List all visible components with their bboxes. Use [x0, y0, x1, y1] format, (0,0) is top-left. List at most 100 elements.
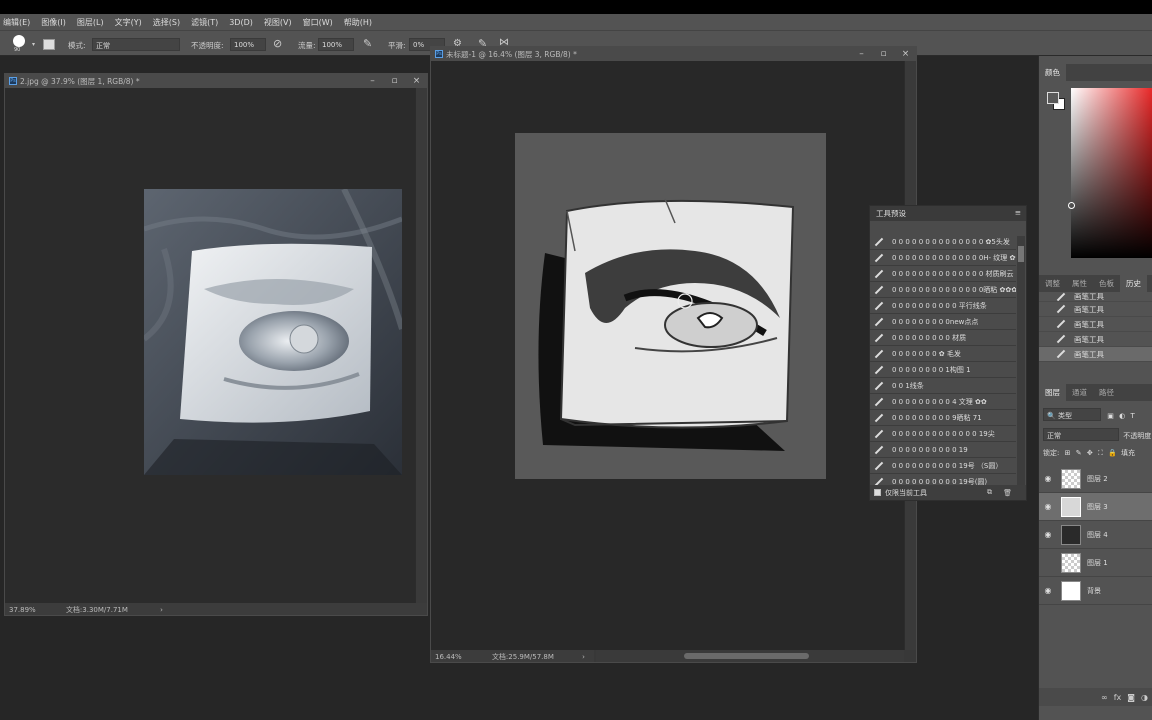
- horizontal-scrollbar[interactable]: [596, 650, 904, 662]
- maximize-icon[interactable]: ▫: [877, 47, 890, 61]
- preset-item[interactable]: 0 0 0 0 0 0 0 0 0 0 19号 （S圆）: [870, 458, 1016, 474]
- lock-pixels-icon[interactable]: ✎: [1076, 449, 1082, 457]
- chevron-right-icon[interactable]: ›: [160, 606, 163, 614]
- preset-footer: 仅限当前工具 ⧉ 🗑: [870, 485, 1026, 500]
- preset-item[interactable]: 0 0 0 0 0 0 0 0 0 0 平行线条: [870, 298, 1016, 314]
- history-item-current[interactable]: 画笔工具: [1039, 347, 1152, 362]
- preset-item[interactable]: 0 0 0 0 0 0 0 0 0 0 0 0 0 19尖: [870, 426, 1016, 442]
- preset-item[interactable]: 0 0 0 0 0 0 0 0 0 0 19: [870, 442, 1016, 458]
- tab-properties[interactable]: 属性: [1066, 278, 1093, 289]
- tab-history[interactable]: 历史: [1120, 275, 1147, 292]
- menu-edit[interactable]: 编辑(E): [3, 17, 30, 28]
- new-preset-icon[interactable]: ⧉: [987, 488, 992, 497]
- minimize-icon[interactable]: –: [366, 74, 379, 88]
- history-item[interactable]: 画笔工具: [1039, 332, 1152, 347]
- preset-item[interactable]: 0 0 0 0 0 0 0 0 0 0 0 0 0 0 材质刷云: [870, 266, 1016, 282]
- history-item[interactable]: 画笔工具: [1039, 302, 1152, 317]
- link-layers-icon[interactable]: ∞: [1101, 693, 1108, 702]
- scrollbar-thumb[interactable]: [684, 653, 809, 659]
- chevron-down-icon[interactable]: ▾: [32, 41, 35, 48]
- tool-presets-header[interactable]: 工具预设 ≡: [870, 206, 1026, 221]
- eye-icon[interactable]: ◉: [1039, 474, 1057, 483]
- panel-menu-icon[interactable]: ≡: [1015, 208, 1021, 217]
- preset-item[interactable]: 0 0 0 0 0 0 0 0 0new点点: [870, 314, 1016, 330]
- brush-panel-toggle-icon[interactable]: [43, 39, 55, 50]
- tab-swatches[interactable]: 色板: [1093, 278, 1120, 289]
- preset-item[interactable]: 0 0 0 0 0 0 0 0 0 0 0 0 0 0 ✿5头发: [870, 234, 1016, 250]
- document-tab-reference[interactable]: Ps 2.jpg @ 37.9% (图层 1, RGB/8) * – ▫ ×: [5, 74, 427, 88]
- maximize-icon[interactable]: ▫: [388, 74, 401, 88]
- minimize-icon[interactable]: –: [855, 47, 868, 61]
- preset-item[interactable]: 0 0 1线条: [870, 378, 1016, 394]
- fx-icon[interactable]: fx: [1114, 693, 1122, 702]
- preset-item[interactable]: 0 0 0 0 0 0 0 0 0 4 文理 ✿✿: [870, 394, 1016, 410]
- filter-type-icon[interactable]: T: [1130, 412, 1134, 420]
- airbrush-icon[interactable]: ✎: [363, 37, 372, 50]
- history-item[interactable]: 画笔工具: [1039, 317, 1152, 332]
- adjustment-layer-icon[interactable]: ◑: [1141, 693, 1148, 702]
- layer-thumbnail: [1061, 552, 1081, 573]
- current-tool-only-checkbox[interactable]: [874, 489, 881, 496]
- preset-item[interactable]: 0 0 0 0 0 0 0 0 1构图 1: [870, 362, 1016, 378]
- history-item[interactable]: 画笔工具: [1039, 292, 1152, 302]
- menu-type[interactable]: 文字(Y): [115, 17, 142, 28]
- eye-icon[interactable]: ◉: [1039, 502, 1057, 511]
- menu-image[interactable]: 图像(I): [41, 17, 66, 28]
- eye-icon[interactable]: ◉: [1039, 530, 1057, 539]
- menu-layer[interactable]: 图层(L): [77, 17, 104, 28]
- menu-filter[interactable]: 滤镜(T): [191, 17, 218, 28]
- close-icon[interactable]: ×: [899, 47, 912, 61]
- layer-row[interactable]: ◉ 图层 2: [1039, 465, 1152, 493]
- preset-item[interactable]: 0 0 0 0 0 0 0 0 0 0 0 0 0 0晒粘 ✿✿✿✿: [870, 282, 1016, 298]
- preset-item[interactable]: 0 0 0 0 0 0 0 ✿ 毛发: [870, 346, 1016, 362]
- preset-item[interactable]: 0 0 0 0 0 0 0 0 0 9晒粘 71: [870, 410, 1016, 426]
- layer-row-selected[interactable]: ◉ 图层 3: [1039, 493, 1152, 521]
- preset-item[interactable]: 0 0 0 0 0 0 0 0 0 材质: [870, 330, 1016, 346]
- add-mask-icon[interactable]: ◙: [1127, 693, 1135, 702]
- tab-adjustments[interactable]: 调整: [1039, 278, 1066, 289]
- canvas-area[interactable]: [5, 88, 415, 603]
- menu-help[interactable]: 帮助(H): [344, 17, 372, 28]
- lock-transparent-icon[interactable]: ⊞: [1065, 449, 1071, 457]
- lock-all-icon[interactable]: 🔒: [1108, 449, 1117, 457]
- tab-channels[interactable]: 通道: [1066, 387, 1093, 398]
- trash-icon[interactable]: 🗑: [1003, 489, 1012, 497]
- tab-paths[interactable]: 路径: [1093, 387, 1120, 398]
- filter-adjustment-icon[interactable]: ◐: [1119, 412, 1125, 420]
- tab-layers[interactable]: 图层: [1039, 384, 1066, 401]
- foreground-background-swatches[interactable]: [1047, 92, 1065, 110]
- vertical-scrollbar[interactable]: [415, 88, 427, 603]
- lock-position-icon[interactable]: ✥: [1087, 449, 1093, 457]
- opacity-input[interactable]: 100%: [230, 38, 266, 51]
- layer-row[interactable]: ◉ 背景: [1039, 577, 1152, 605]
- preset-scrollbar[interactable]: [1017, 236, 1025, 486]
- menu-window[interactable]: 窗口(W): [303, 17, 333, 28]
- color-picker-field[interactable]: [1071, 88, 1152, 258]
- pressure-opacity-icon[interactable]: ⊘: [273, 37, 282, 50]
- close-icon[interactable]: ×: [410, 74, 423, 88]
- layer-row[interactable]: 图层 1: [1039, 549, 1152, 577]
- brush-preset-picker[interactable]: 90: [10, 34, 32, 54]
- preset-item[interactable]: 0 0 0 0 0 0 0 0 0 0 0 0 0 0H- 纹理 ✿✿✿: [870, 250, 1016, 266]
- blend-mode-select[interactable]: 正常: [1043, 428, 1119, 441]
- scrollbar-thumb[interactable]: [1018, 246, 1024, 262]
- document-tab-drawing[interactable]: Ps 未标题-1 @ 16.4% (图层 3, RGB/8) * – ▫ ×: [431, 47, 916, 61]
- menu-view[interactable]: 视图(V): [264, 17, 292, 28]
- eye-icon[interactable]: ◉: [1039, 586, 1057, 595]
- menu-3d[interactable]: 3D(D): [229, 18, 253, 27]
- canvas-area[interactable]: [431, 61, 904, 650]
- zoom-level[interactable]: 37.89%: [9, 606, 36, 614]
- menu-select[interactable]: 选择(S): [153, 17, 180, 28]
- zoom-level[interactable]: 16.44%: [435, 653, 462, 661]
- brush-icon: [875, 366, 883, 374]
- chevron-right-icon[interactable]: ›: [582, 653, 585, 661]
- drawing-canvas[interactable]: [515, 133, 826, 479]
- flow-input[interactable]: 100%: [318, 38, 354, 51]
- tab-color[interactable]: 颜色: [1039, 64, 1066, 81]
- layer-row[interactable]: ◉ 图层 4: [1039, 521, 1152, 549]
- foreground-color-swatch[interactable]: [1047, 92, 1059, 104]
- filter-pixel-icon[interactable]: ▣: [1107, 412, 1114, 420]
- lock-artboard-icon[interactable]: ⛶: [1098, 449, 1103, 457]
- layer-kind-filter[interactable]: 🔍 类型: [1043, 408, 1101, 421]
- mode-select[interactable]: 正常: [92, 38, 180, 51]
